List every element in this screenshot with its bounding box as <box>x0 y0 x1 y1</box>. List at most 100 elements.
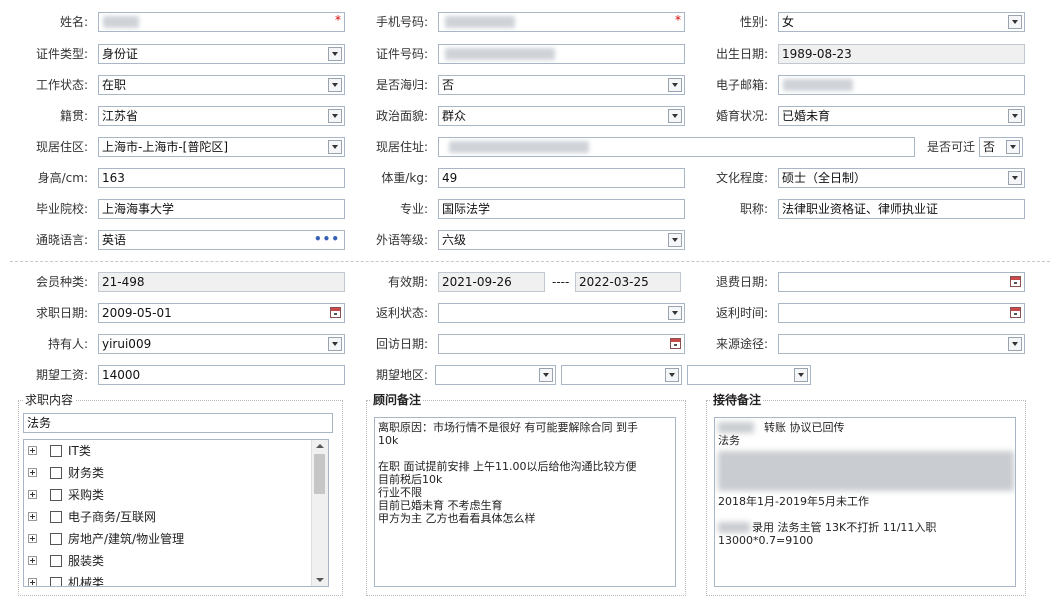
expand-icon[interactable] <box>28 446 37 455</box>
calendar-icon[interactable] <box>1010 276 1021 287</box>
email-input[interactable] <box>778 75 1025 95</box>
birth-input[interactable]: 1989-08-23 <box>778 44 1025 64</box>
tree-item[interactable]: 房地产/建筑/物业管理 <box>28 530 308 548</box>
chevron-down-icon[interactable] <box>328 140 342 154</box>
chevron-down-icon[interactable] <box>668 109 682 123</box>
tree-item-label: 机械类 <box>68 576 105 587</box>
checkbox[interactable] <box>50 533 62 545</box>
scroll-thumb[interactable] <box>314 454 325 494</box>
checkbox[interactable] <box>50 445 62 457</box>
chevron-down-icon[interactable] <box>1008 109 1022 123</box>
chevron-down-icon[interactable] <box>665 368 679 382</box>
phone-label: 手机号码: <box>375 15 428 29</box>
phone-input[interactable]: * <box>438 12 685 32</box>
expand-icon[interactable] <box>28 490 37 499</box>
reception-notes-textarea[interactable]: 转账 协议已回传 法务 2018年1月-2019年5月未工作 录用 法务主管 1… <box>714 417 1016 587</box>
chevron-down-icon[interactable] <box>1008 15 1022 29</box>
jobdate-input[interactable]: 2009-05-01 <box>98 303 345 323</box>
chevron-down-icon[interactable] <box>328 337 342 351</box>
chevron-down-icon[interactable] <box>328 109 342 123</box>
chevron-down-icon[interactable] <box>794 368 808 382</box>
checkbox[interactable] <box>50 511 62 523</box>
holder-select[interactable]: yirui009 <box>98 334 345 354</box>
tree-item[interactable]: 财务类 <box>28 464 308 482</box>
source-select[interactable] <box>778 334 1025 354</box>
tree-item-label: 电子商务/互联网 <box>68 510 157 524</box>
calendar-icon[interactable] <box>1010 307 1021 318</box>
expand-icon[interactable] <box>28 556 37 565</box>
returnee-select[interactable]: 否 <box>438 75 685 95</box>
expand-icon[interactable] <box>28 578 37 586</box>
advisor-notes-textarea[interactable]: 离职原因：市场行情不是很好 有可能要解除合同 到手 10k 在职 面试提前安排 … <box>374 417 676 587</box>
language-input[interactable]: 英语 ••• <box>98 230 345 250</box>
calendar-icon[interactable] <box>330 307 341 318</box>
tree-item[interactable]: 服装类 <box>28 552 308 570</box>
weight-value: 49 <box>442 171 458 185</box>
level-select[interactable]: 六级 <box>438 230 685 250</box>
native-value: 江苏省 <box>102 109 139 123</box>
workstatus-value: 在职 <box>102 78 127 92</box>
chevron-down-icon[interactable] <box>328 78 342 92</box>
tree-item[interactable]: 采购类 <box>28 486 308 504</box>
chevron-down-icon[interactable] <box>328 47 342 61</box>
weight-label: 体重/kg: <box>381 171 428 185</box>
chevron-down-icon[interactable] <box>1008 171 1022 185</box>
valid-from-input[interactable]: 2021-09-26 <box>438 272 545 292</box>
tree-scrollbar[interactable] <box>311 440 328 586</box>
expand-icon[interactable] <box>28 534 37 543</box>
marital-select[interactable]: 已婚未育 <box>778 106 1025 126</box>
region-select-3[interactable] <box>687 365 811 385</box>
relocate-select[interactable]: 否 <box>979 137 1023 157</box>
gender-select[interactable]: 女 <box>778 12 1025 32</box>
workstatus-label: 工作状态: <box>35 78 88 92</box>
address-input[interactable] <box>438 137 915 157</box>
expand-icon[interactable] <box>28 512 37 521</box>
major-input[interactable]: 国际法学 <box>438 199 685 219</box>
holder-label: 持有人: <box>47 337 88 351</box>
idno-input[interactable] <box>438 44 685 64</box>
level-value: 六级 <box>442 233 467 247</box>
tree-item[interactable]: IT类 <box>28 442 308 460</box>
chevron-down-icon[interactable] <box>668 78 682 92</box>
weight-input[interactable]: 49 <box>438 168 685 188</box>
chevron-down-icon[interactable] <box>668 233 682 247</box>
education-select[interactable]: 硕士（全日制） <box>778 168 1025 188</box>
valid-to-input[interactable]: 2022-03-25 <box>575 272 681 292</box>
member-type-input[interactable]: 21-498 <box>98 272 345 292</box>
checkbox[interactable] <box>50 467 62 479</box>
name-input[interactable]: * <box>98 12 345 32</box>
rebate-status-select[interactable] <box>438 303 685 323</box>
tree-item-label: 采购类 <box>68 488 105 502</box>
tree-item[interactable]: 机械类 <box>28 574 308 587</box>
refund-date-input[interactable] <box>778 272 1025 292</box>
chevron-down-icon[interactable] <box>1008 337 1022 351</box>
ellipsis-icon[interactable]: ••• <box>314 231 340 247</box>
height-input[interactable]: 163 <box>98 168 345 188</box>
salary-input[interactable]: 14000 <box>98 365 345 385</box>
checkbox[interactable] <box>50 577 62 586</box>
native-select[interactable]: 江苏省 <box>98 106 345 126</box>
chevron-down-icon[interactable] <box>668 306 682 320</box>
note-line: 目前税后10k <box>378 473 443 486</box>
residence-select[interactable]: 上海市-上海市-[普陀区] <box>98 137 345 157</box>
language-label: 通晓语言: <box>35 233 88 247</box>
title-input[interactable]: 法律职业资格证、律师执业证 <box>778 199 1025 219</box>
rebate-time-input[interactable] <box>778 303 1025 323</box>
region-select-1[interactable] <box>435 365 556 385</box>
chevron-down-icon[interactable] <box>539 368 553 382</box>
scroll-down-icon[interactable] <box>316 578 324 582</box>
workstatus-select[interactable]: 在职 <box>98 75 345 95</box>
tree-item[interactable]: 电子商务/互联网 <box>28 508 308 526</box>
school-input[interactable]: 上海海事大学 <box>98 199 345 219</box>
job-search-input[interactable]: 法务 <box>23 413 333 433</box>
chevron-down-icon[interactable] <box>1006 140 1020 154</box>
checkbox[interactable] <box>50 555 62 567</box>
region-select-2[interactable] <box>561 365 682 385</box>
visit-date-input[interactable] <box>438 334 685 354</box>
idtype-select[interactable]: 身份证 <box>98 44 345 64</box>
expand-icon[interactable] <box>28 468 37 477</box>
political-select[interactable]: 群众 <box>438 106 685 126</box>
checkbox[interactable] <box>50 489 62 501</box>
scroll-up-icon[interactable] <box>316 444 324 448</box>
calendar-icon[interactable] <box>670 338 681 349</box>
